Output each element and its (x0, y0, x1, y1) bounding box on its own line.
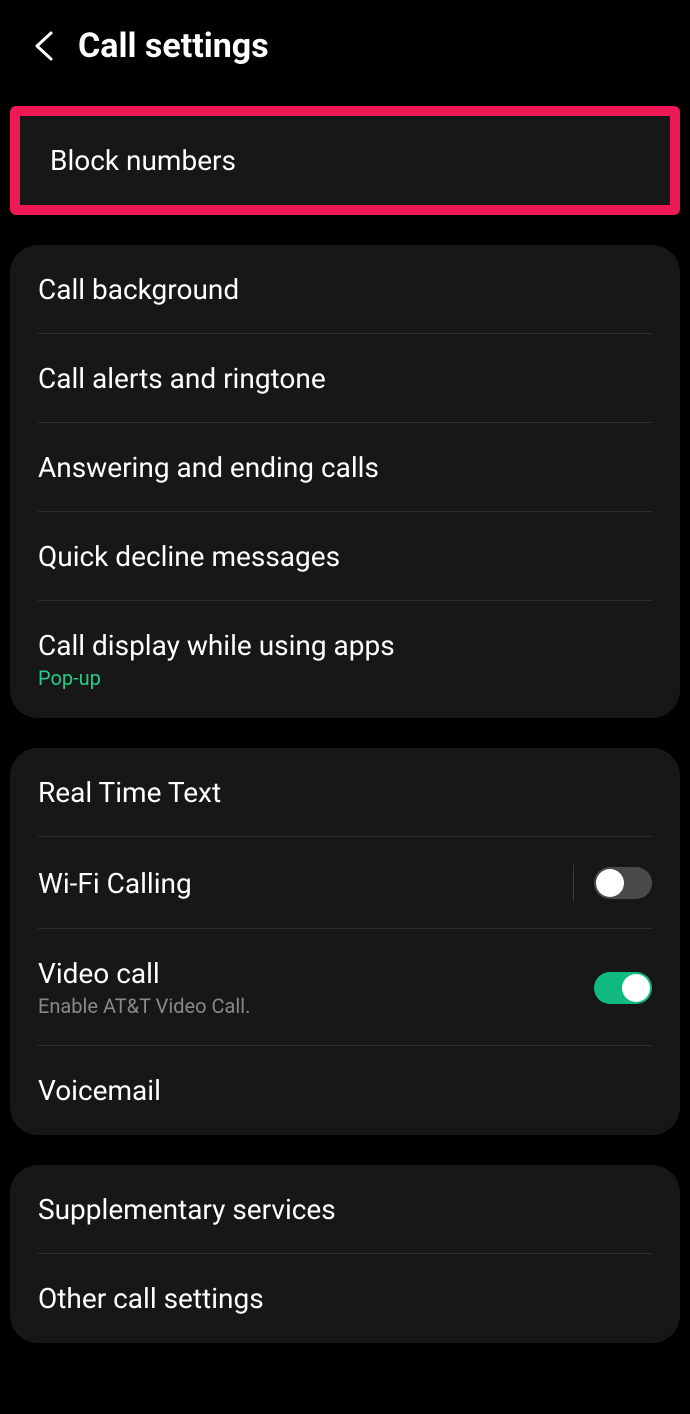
settings-group: Supplementary services Other call setting… (10, 1165, 680, 1343)
item-label: Voicemail (38, 1074, 652, 1107)
list-item[interactable]: Voicemail (10, 1046, 680, 1135)
item-label: Call alerts and ringtone (38, 362, 652, 395)
block-numbers-item[interactable]: Block numbers (20, 116, 670, 205)
list-item[interactable]: Call alerts and ringtone (10, 334, 680, 423)
item-content: Video call Enable AT&T Video Call. (38, 957, 594, 1018)
divider-vertical (573, 865, 574, 901)
item-label: Supplementary services (38, 1193, 652, 1226)
settings-group: Call background Call alerts and ringtone A… (10, 245, 680, 718)
item-label: Quick decline messages (38, 540, 652, 573)
list-item[interactable]: Video call Enable AT&T Video Call. (10, 929, 680, 1046)
item-label: Call display while using apps (38, 629, 652, 662)
item-label: Wi-Fi Calling (38, 867, 573, 900)
toggle-switch[interactable] (594, 972, 652, 1004)
toggle-switch[interactable] (594, 867, 652, 899)
page-title: Call settings (78, 26, 269, 66)
list-item[interactable]: Quick decline messages (10, 512, 680, 601)
settings-group: Real Time Text Wi-Fi Calling Video call Ena… (10, 748, 680, 1135)
toggle-wrap (573, 865, 652, 901)
item-label: Answering and ending calls (38, 451, 652, 484)
toggle-wrap (594, 972, 652, 1004)
list-item[interactable]: Answering and ending calls (10, 423, 680, 512)
back-icon[interactable] (30, 32, 58, 60)
block-numbers-label: Block numbers (50, 144, 236, 177)
item-label: Video call (38, 957, 594, 990)
item-label: Real Time Text (38, 776, 652, 809)
highlight-box: Block numbers (10, 106, 680, 215)
item-label: Other call settings (38, 1282, 652, 1315)
item-content: Wi-Fi Calling (38, 867, 573, 900)
list-item[interactable]: Call background (10, 245, 680, 334)
item-label: Call background (38, 273, 652, 306)
list-item[interactable]: Supplementary services (10, 1165, 680, 1254)
toggle-knob (622, 974, 650, 1002)
chevron-left-icon (33, 30, 55, 62)
list-item[interactable]: Real Time Text (10, 748, 680, 837)
item-sublabel: Enable AT&T Video Call. (38, 994, 594, 1018)
list-item[interactable]: Call display while using apps Pop-up (10, 601, 680, 718)
list-item[interactable]: Wi-Fi Calling (10, 837, 680, 929)
header: Call settings (0, 0, 690, 96)
list-item[interactable]: Other call settings (10, 1254, 680, 1343)
toggle-knob (596, 869, 624, 897)
item-sublabel: Pop-up (38, 666, 652, 690)
